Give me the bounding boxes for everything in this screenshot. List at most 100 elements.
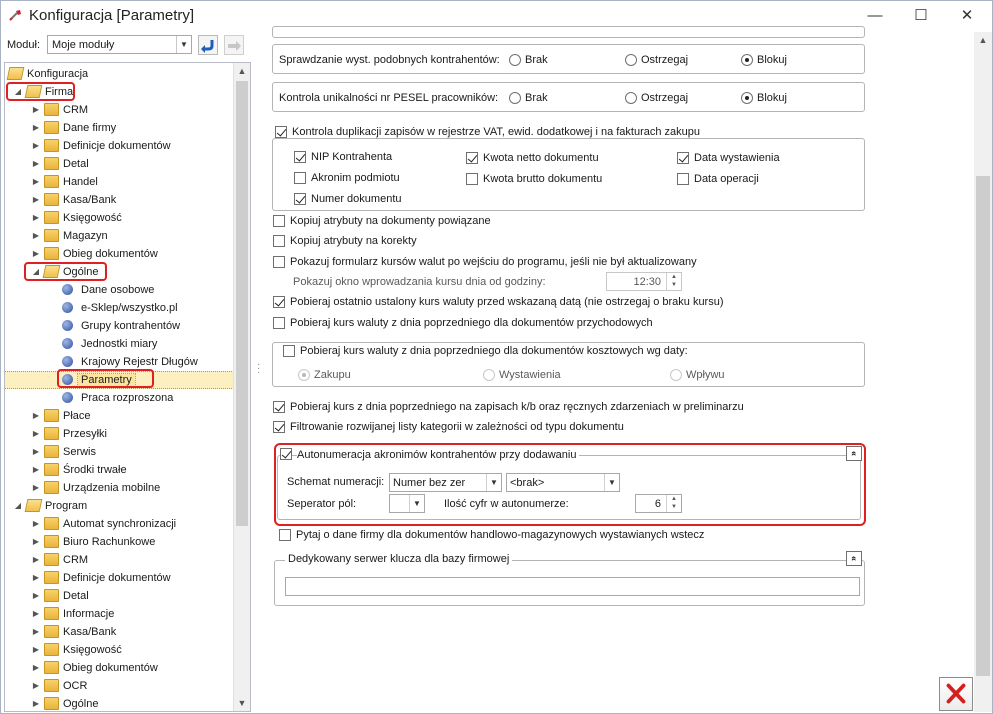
tree-item[interactable]: ▶ Detal [5, 155, 234, 173]
tree-item[interactable]: ▶ Detal [5, 587, 234, 605]
tree-item[interactable]: ▶ Obieg dokumentów [5, 245, 234, 263]
expand-arrow-icon[interactable]: ▶ [31, 554, 41, 566]
expand-arrow-icon[interactable]: ▶ [31, 140, 41, 152]
tree-item[interactable]: ▶ Urządzenia mobilne [5, 479, 234, 497]
cost-wplywu-radio[interactable] [670, 369, 682, 381]
expand-arrow-icon[interactable]: ▶ [31, 158, 41, 170]
expand-arrow-icon[interactable]: ▶ [31, 698, 41, 710]
maximize-button[interactable]: ☐ [898, 1, 944, 31]
collapse-arrow-icon[interactable]: ◢ [13, 500, 23, 512]
prev-day-cost-checkbox[interactable] [283, 345, 295, 357]
expand-arrow-icon[interactable]: ▶ [31, 104, 41, 116]
tree-item[interactable]: ▶ Kasa/Bank [5, 623, 234, 641]
similar-brak-radio[interactable] [509, 54, 521, 66]
tree-item[interactable]: ▶ Informacje [5, 605, 234, 623]
scroll-up-icon[interactable]: ▲ [974, 32, 992, 48]
tree-item[interactable]: Grupy kontrahentów [5, 317, 234, 335]
expand-arrow-icon[interactable]: ▶ [31, 176, 41, 188]
tree-item[interactable]: Praca rozproszona [5, 389, 234, 407]
pesel-blokuj-radio[interactable] [741, 92, 753, 104]
tree-item[interactable]: ▶ Księgowość [5, 641, 234, 659]
expand-arrow-icon[interactable]: ▶ [31, 122, 41, 134]
expand-arrow-icon[interactable]: ▶ [31, 194, 41, 206]
rates-hour-spin-buttons[interactable]: ▲ ▼ [666, 273, 681, 290]
tree-item[interactable]: ▶ Magazyn [5, 227, 234, 245]
splitter-handle[interactable]: · · · [257, 360, 260, 378]
expand-arrow-icon[interactable]: ▶ [31, 482, 41, 494]
settings-scroll-thumb[interactable] [976, 176, 990, 676]
ask-company-data-checkbox[interactable] [279, 529, 291, 541]
scroll-up-icon[interactable]: ▲ [234, 63, 250, 79]
pesel-brak-radio[interactable] [509, 92, 521, 104]
tree-scroll-thumb[interactable] [236, 81, 248, 526]
expand-arrow-icon[interactable]: ▶ [31, 644, 41, 656]
expand-arrow-icon[interactable]: ▶ [31, 410, 41, 422]
tree-scrollbar[interactable]: ▲ ▼ [233, 63, 250, 711]
akronim-checkbox[interactable] [294, 172, 306, 184]
show-rates-form-checkbox[interactable] [273, 256, 285, 268]
tree-item[interactable]: ▶ Definicje dokumentów [5, 569, 234, 587]
dedicated-server-collapse-button[interactable]: » [846, 551, 862, 566]
prev-day-kb-checkbox[interactable] [273, 401, 285, 413]
expand-arrow-icon[interactable]: ▶ [31, 626, 41, 638]
export-arrow-icon[interactable] [224, 35, 244, 55]
tree-item[interactable]: ▶ Dane firmy [5, 119, 234, 137]
data-operacji-checkbox[interactable] [677, 173, 689, 185]
kwota-brutto-checkbox[interactable] [466, 173, 478, 185]
expand-arrow-icon[interactable]: ▶ [31, 230, 41, 242]
last-rate-checkbox[interactable] [273, 296, 285, 308]
filter-categories-checkbox[interactable] [273, 421, 285, 433]
close-config-button[interactable] [939, 677, 973, 711]
expand-arrow-icon[interactable]: ▶ [31, 680, 41, 692]
tree-item[interactable]: ▶ Obieg dokumentów [5, 659, 234, 677]
tree-item[interactable]: ▶ Automat synchronizacji [5, 515, 234, 533]
tree-item[interactable]: ▶ Kasa/Bank [5, 191, 234, 209]
refresh-arrow-icon[interactable] [198, 35, 218, 55]
expand-arrow-icon[interactable]: ▶ [31, 608, 41, 620]
expand-arrow-icon[interactable]: ▶ [31, 212, 41, 224]
prev-day-income-checkbox[interactable] [273, 317, 285, 329]
nip-checkbox[interactable] [294, 151, 306, 163]
expand-arrow-icon[interactable]: ▶ [31, 446, 41, 458]
tree-item[interactable]: ▶ Serwis [5, 443, 234, 461]
copy-attr-corrections-checkbox[interactable] [273, 235, 285, 247]
tree-item[interactable]: ▶ Płace [5, 407, 234, 425]
similar-ostrzegaj-radio[interactable] [625, 54, 637, 66]
copy-attr-related-checkbox[interactable] [273, 215, 285, 227]
tree-item[interactable]: Jednostki miary [5, 335, 234, 353]
tree-item[interactable]: ▶ Przesyłki [5, 425, 234, 443]
tree-item[interactable]: ▶ Ogólne [5, 695, 234, 711]
numer-checkbox[interactable] [294, 193, 306, 205]
expand-arrow-icon[interactable]: ▶ [31, 518, 41, 530]
tree-item[interactable]: ▶ Handel [5, 173, 234, 191]
tree-item[interactable]: ▶ Definicje dokumentów [5, 137, 234, 155]
expand-arrow-icon[interactable]: ▶ [31, 590, 41, 602]
tree-item[interactable]: ▶ Księgowość [5, 209, 234, 227]
expand-arrow-icon[interactable]: ▶ [31, 572, 41, 584]
dedicated-server-input[interactable] [285, 577, 860, 596]
kwota-netto-checkbox[interactable] [466, 152, 478, 164]
close-window-button[interactable]: ✕ [944, 1, 990, 31]
tree-item[interactable]: e-Sklep/wszystko.pl [5, 299, 234, 317]
expand-arrow-icon[interactable]: ▶ [31, 464, 41, 476]
expand-arrow-icon[interactable]: ▶ [31, 248, 41, 260]
spin-up-icon[interactable]: ▲ [667, 273, 681, 281]
scroll-down-icon[interactable]: ▼ [234, 695, 250, 711]
rates-hour-spinner[interactable]: 12:30 ▲ ▼ [606, 272, 682, 291]
expand-arrow-icon[interactable]: ▶ [31, 428, 41, 440]
tree-item[interactable]: ▶ Biuro Rachunkowe [5, 533, 234, 551]
tree-item[interactable]: Konfiguracja [5, 65, 234, 83]
similar-blokuj-radio[interactable] [741, 54, 753, 66]
settings-scrollbar[interactable]: ▲ [974, 32, 992, 712]
tree-item[interactable]: ▶ Środki trwałe [5, 461, 234, 479]
tree-item[interactable]: ▶ CRM [5, 101, 234, 119]
expand-arrow-icon[interactable]: ▶ [31, 536, 41, 548]
data-wystawienia-checkbox[interactable] [677, 152, 689, 164]
tree-item[interactable]: ▶ CRM [5, 551, 234, 569]
spin-down-icon[interactable]: ▼ [667, 281, 681, 289]
tree-item[interactable]: Dane osobowe [5, 281, 234, 299]
expand-arrow-icon[interactable]: ▶ [31, 662, 41, 674]
cost-wystawienia-radio[interactable] [483, 369, 495, 381]
pesel-ostrzegaj-radio[interactable] [625, 92, 637, 104]
cost-zakupu-radio[interactable] [298, 369, 310, 381]
